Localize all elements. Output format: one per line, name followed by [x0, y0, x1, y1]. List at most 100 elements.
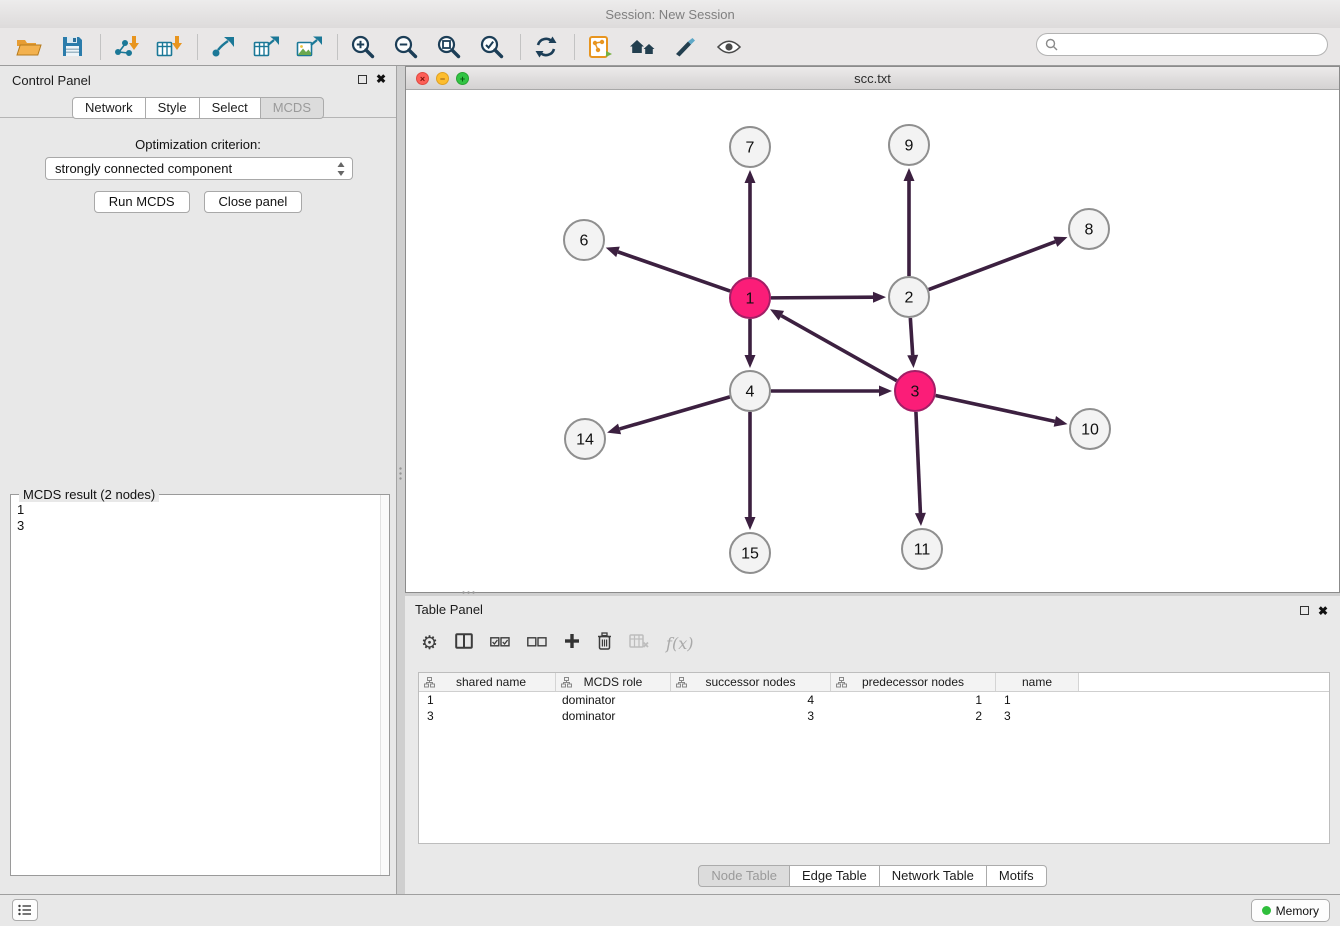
save-session-button[interactable] — [55, 32, 89, 62]
zoom-fit-button[interactable] — [432, 32, 466, 62]
graph-node-label: 1 — [746, 291, 755, 308]
show-columns-button[interactable] — [455, 633, 473, 654]
cell-name: 3 — [996, 708, 1079, 724]
result-scrollbar[interactable] — [380, 495, 389, 875]
mcds-result-item[interactable]: 3 — [17, 518, 374, 534]
close-panel-button[interactable]: Close panel — [204, 191, 303, 213]
graph-node-label: 9 — [905, 138, 914, 155]
zoom-selected-icon — [479, 34, 505, 60]
graph-node-3[interactable]: 3 — [895, 371, 935, 411]
tab-mcds[interactable]: MCDS — [261, 97, 324, 119]
apply-layout-button[interactable] — [583, 32, 617, 62]
table-row[interactable]: 3 dominator 3 2 3 — [419, 708, 1329, 724]
tab-select[interactable]: Select — [200, 97, 261, 119]
run-mcds-button[interactable]: Run MCDS — [94, 191, 190, 213]
app-title: Session: New Session — [605, 7, 734, 22]
graph-edge-arrowhead — [745, 170, 756, 183]
network-window-titlebar[interactable]: × − + scc.txt — [406, 67, 1339, 90]
select-all-columns-button[interactable] — [490, 634, 510, 652]
column-header-mcds-role[interactable]: MCDS role — [556, 673, 671, 691]
graph-edge-1-2[interactable] — [771, 297, 873, 298]
graph-node-10[interactable]: 10 — [1070, 409, 1110, 449]
graph-edge-arrowhead — [904, 168, 915, 181]
window-close-icon[interactable]: × — [416, 72, 429, 85]
graph-node-15[interactable]: 15 — [730, 533, 770, 573]
open-session-button[interactable] — [12, 32, 46, 62]
tab-motifs[interactable]: Motifs — [987, 865, 1047, 887]
graph-node-label: 4 — [746, 384, 755, 401]
zoom-selected-button[interactable] — [475, 32, 509, 62]
table-panel-tabbar: Node Table Edge Table Network Table Moti… — [405, 865, 1340, 887]
tab-network[interactable]: Network — [72, 97, 146, 119]
graph-node-label: 3 — [911, 384, 920, 401]
mcds-result-item[interactable]: 1 — [17, 502, 374, 518]
table-panel-title: Table Panel — [415, 602, 483, 617]
import-table-button[interactable] — [152, 32, 186, 62]
memory-button[interactable]: Memory — [1251, 899, 1330, 922]
columns-icon — [455, 633, 473, 649]
column-header-shared-name[interactable]: shared name — [419, 673, 556, 691]
toolbar-separator — [100, 34, 101, 60]
export-table-icon — [253, 36, 280, 58]
graph-edge-1-6[interactable] — [618, 252, 730, 291]
network-window: × − + scc.txt 7 9 6 8 1 2 4 3 14 10 15 11 — [405, 66, 1340, 593]
window-zoom-icon[interactable]: + — [456, 72, 469, 85]
delete-column-button[interactable] — [597, 632, 612, 655]
mcds-result-list[interactable]: 1 3 — [11, 498, 380, 875]
network-graph[interactable]: 7 9 6 8 1 2 4 3 14 10 15 11 — [406, 90, 1339, 592]
graph-edge-3-11[interactable] — [916, 412, 920, 513]
style-brush-button[interactable] — [669, 32, 703, 62]
export-network-button[interactable] — [206, 32, 240, 62]
table-panel-close-button[interactable]: ✖ — [1318, 604, 1328, 618]
table-row[interactable]: 1 dominator 4 1 1 — [419, 692, 1329, 708]
function-builder-button[interactable]: f(x) — [666, 634, 693, 653]
optimization-criterion-label: Optimization criterion: — [0, 137, 396, 152]
table-settings-button[interactable]: ⚙ — [421, 634, 438, 653]
graph-node-11[interactable]: 11 — [902, 529, 942, 569]
graph-edge-3-1[interactable] — [781, 316, 896, 381]
export-table-button[interactable] — [249, 32, 283, 62]
criterion-dropdown[interactable]: strongly connected component — [45, 157, 353, 180]
table-toolbar: ⚙ f(x) — [421, 628, 693, 658]
column-header-predecessor-nodes[interactable]: predecessor nodes — [831, 673, 996, 691]
network-canvas[interactable]: 7 9 6 8 1 2 4 3 14 10 15 11 — [406, 90, 1339, 592]
graph-node-9[interactable]: 9 — [889, 125, 929, 165]
zoom-in-button[interactable] — [346, 32, 380, 62]
window-minimize-icon[interactable]: − — [436, 72, 449, 85]
tab-network-table[interactable]: Network Table — [880, 865, 987, 887]
show-details-button[interactable] — [712, 32, 746, 62]
graph-node-4[interactable]: 4 — [730, 371, 770, 411]
graph-node-14[interactable]: 14 — [565, 419, 605, 459]
graph-edge-2-8[interactable] — [929, 242, 1056, 290]
home-button[interactable] — [626, 32, 660, 62]
unselect-all-columns-button[interactable] — [527, 634, 547, 652]
vertical-splitter-grip[interactable] — [398, 466, 403, 482]
table-panel-float-button[interactable] — [1300, 606, 1309, 615]
graph-node-6[interactable]: 6 — [564, 220, 604, 260]
graph-edge-2-3[interactable] — [910, 318, 912, 355]
graph-node-2[interactable]: 2 — [889, 277, 929, 317]
tab-edge-table[interactable]: Edge Table — [790, 865, 880, 887]
create-column-button[interactable] — [564, 633, 580, 654]
column-header-name[interactable]: name — [996, 673, 1079, 691]
task-history-button[interactable] — [12, 899, 38, 921]
toolbar-search[interactable] — [1036, 33, 1328, 56]
refresh-button[interactable] — [529, 32, 563, 62]
tab-node-table[interactable]: Node Table — [698, 865, 790, 887]
delete-table-button[interactable] — [629, 634, 649, 653]
column-header-successor-nodes[interactable]: successor nodes — [671, 673, 831, 691]
graph-node-7[interactable]: 7 — [730, 127, 770, 167]
column-type-icon — [836, 677, 847, 688]
control-panel-float-button[interactable] — [358, 75, 367, 84]
search-input[interactable] — [1063, 38, 1327, 52]
control-panel-close-button[interactable]: ✖ — [376, 72, 386, 86]
tab-style[interactable]: Style — [146, 97, 200, 119]
graph-edge-3-10[interactable] — [936, 395, 1055, 421]
export-image-button[interactable] — [292, 32, 326, 62]
horizontal-splitter-grip[interactable] — [461, 590, 477, 595]
import-network-button[interactable] — [109, 32, 143, 62]
graph-node-1[interactable]: 1 — [730, 278, 770, 318]
graph-node-8[interactable]: 8 — [1069, 209, 1109, 249]
zoom-out-button[interactable] — [389, 32, 423, 62]
graph-edge-4-14[interactable] — [620, 397, 730, 429]
